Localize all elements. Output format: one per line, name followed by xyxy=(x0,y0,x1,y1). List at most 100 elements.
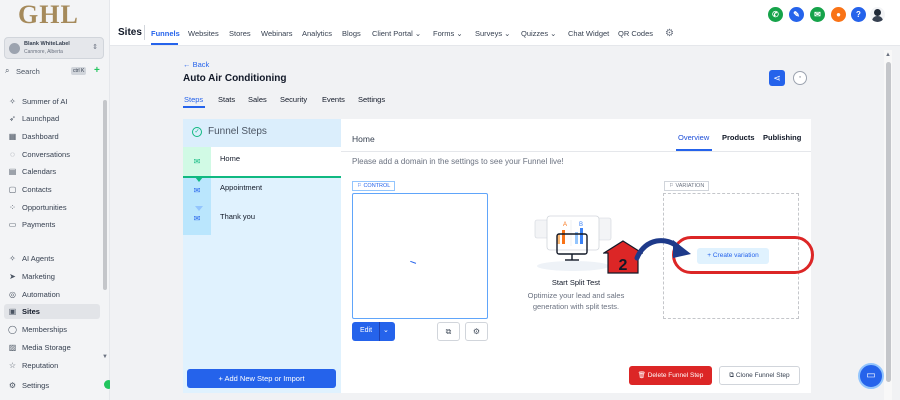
tab-qr-codes[interactable]: QR Codes xyxy=(618,29,653,38)
scroll-up-arrow-icon[interactable]: ▲ xyxy=(885,52,891,58)
share-icon: ⋖ xyxy=(773,73,781,83)
search-shortcut: ctrl K xyxy=(71,67,87,75)
clone-step-button[interactable]: ⧉ Clone Funnel Step xyxy=(719,366,800,385)
sidebar-item-memberships[interactable]: ◯ Memberships xyxy=(4,322,100,337)
brand-logo[interactable]: GHL xyxy=(18,0,79,30)
active-tab-indicator xyxy=(151,43,178,45)
tab-forms[interactable]: Forms ⌄ xyxy=(433,29,463,38)
share-button[interactable]: ⋖ xyxy=(769,70,785,86)
divider xyxy=(379,322,380,341)
delete-step-button[interactable]: 🗑︎ Delete Funnel Step xyxy=(629,366,712,385)
variation-tag: ⚐ VARIATION xyxy=(664,181,710,191)
tab-steps[interactable]: Steps xyxy=(184,95,203,104)
contacts-icon: ▢ xyxy=(8,185,17,194)
annotation-highlight-ring xyxy=(672,236,814,274)
tab-blogs[interactable]: Blogs xyxy=(342,29,361,38)
chevron-updown-icon: ⇕ xyxy=(92,44,98,51)
tab-webinars[interactable]: Webinars xyxy=(261,29,293,38)
active-step-line xyxy=(183,176,341,178)
sidebar-item-automation[interactable]: ◎ Automation xyxy=(4,287,100,302)
funnel-steps-header: ✓ Funnel Steps xyxy=(183,119,341,147)
announcement-icon[interactable]: ✉ xyxy=(810,7,825,22)
sidebar-item-opportunities[interactable]: ⁘ Opportunities xyxy=(4,200,100,215)
quick-add-button[interactable]: + xyxy=(94,66,100,76)
divider xyxy=(341,151,811,152)
tab-stats[interactable]: Stats xyxy=(218,95,235,104)
sidebar-item-label: Calendars xyxy=(22,167,57,176)
automation-icon: ◎ xyxy=(9,290,16,299)
sidebar-item-payments[interactable]: ▭ Payments xyxy=(4,217,100,232)
page-settings-button[interactable]: ⚙ xyxy=(465,322,488,341)
main-scrollbar[interactable] xyxy=(886,62,891,382)
annotation-arrow-icon xyxy=(634,238,691,261)
email-icon: ✉ xyxy=(193,214,201,223)
tab-publishing[interactable]: Publishing xyxy=(763,133,801,142)
step-label[interactable]: Appointment xyxy=(220,183,262,192)
sidebar-item-label: Automation xyxy=(22,290,60,299)
sidebar-item-contacts[interactable]: ▢ Contacts xyxy=(4,182,100,197)
edit-button[interactable]: Edit ⌄ xyxy=(352,322,395,341)
sidebar-item-conversations[interactable]: ◌ Conversations xyxy=(4,147,100,162)
tab-stores[interactable]: Stores xyxy=(229,29,251,38)
section-title: Sites xyxy=(118,27,142,38)
payments-icon: ▭ xyxy=(8,220,17,229)
svg-text:B: B xyxy=(579,222,583,228)
tab-overview[interactable]: Overview xyxy=(678,133,709,142)
notification-bell-icon[interactable]: ● xyxy=(831,7,846,22)
page-title: Auto Air Conditioning xyxy=(183,73,287,84)
svg-text:A: A xyxy=(563,222,567,228)
gear-icon[interactable]: ⚙ xyxy=(665,28,674,39)
help-icon[interactable]: ? xyxy=(851,7,866,22)
calendar-icon: ▤ xyxy=(8,167,17,176)
back-link[interactable]: ← Back xyxy=(183,60,209,69)
sidebar-item-reputation[interactable]: ☆ Reputation xyxy=(4,358,100,373)
dashboard-icon: ▦ xyxy=(8,132,17,141)
sidebar-item-label: Opportunities xyxy=(22,203,67,212)
gear-icon: ⚙ xyxy=(472,327,481,336)
sidebar-item-settings[interactable]: ⚙ Settings xyxy=(4,378,100,393)
control-preview[interactable] xyxy=(352,193,488,319)
sidebar-item-summer-of-ai[interactable]: ✧ Summer of AI xyxy=(4,94,100,109)
tab-quizzes[interactable]: Quizzes ⌄ xyxy=(521,29,556,38)
add-step-button[interactable]: + Add New Step or Import xyxy=(187,369,336,388)
tab-client-portal[interactable]: Client Portal ⌄ xyxy=(372,29,421,38)
tab-settings[interactable]: Settings xyxy=(358,95,385,104)
sidebar-item-calendars[interactable]: ▤ Calendars xyxy=(4,164,100,179)
tab-events[interactable]: Events xyxy=(322,95,345,104)
info-button[interactable]: ◦ xyxy=(793,71,807,85)
tab-sales[interactable]: Sales xyxy=(248,95,267,104)
tab-funnels[interactable]: Funnels xyxy=(151,29,180,38)
megaphone-icon[interactable]: ✎ xyxy=(789,7,804,22)
tab-websites[interactable]: Websites xyxy=(188,29,219,38)
sparkle-icon: ✧ xyxy=(9,97,16,106)
phone-icon[interactable]: ✆ xyxy=(768,7,783,22)
sidebar-item-label: Contacts xyxy=(22,185,52,194)
tab-analytics[interactable]: Analytics xyxy=(302,29,332,38)
sidebar-item-dashboard[interactable]: ▦ Dashboard xyxy=(4,129,100,144)
email-icon: ✉ xyxy=(193,157,201,166)
step-label[interactable]: Thank you xyxy=(220,212,255,221)
sidebar-scrollbar[interactable] xyxy=(103,100,107,290)
copy-icon: ⧉ xyxy=(729,372,734,379)
scroll-down-arrow-icon[interactable]: ▼ xyxy=(102,354,108,360)
sidebar-item-label: Media Storage xyxy=(22,343,71,352)
tab-surveys[interactable]: Surveys ⌄ xyxy=(475,29,510,38)
sidebar-item-ai-agents[interactable]: ✧ AI Agents xyxy=(4,251,100,266)
user-avatar[interactable] xyxy=(870,7,885,22)
rocket-icon: ➶ xyxy=(9,114,16,123)
tab-products[interactable]: Products xyxy=(722,133,755,142)
tab-chat-widget[interactable]: Chat Widget xyxy=(568,29,609,38)
divider xyxy=(144,25,145,40)
sidebar-item-launchpad[interactable]: ➶ Launchpad xyxy=(4,111,100,126)
chevron-down-icon[interactable]: ⌄ xyxy=(383,326,389,334)
account-switcher[interactable]: Blank WhiteLabel Canmore, Alberta ⇕ xyxy=(4,37,104,59)
external-link-icon: ⧉ xyxy=(445,327,452,336)
chat-widget-button[interactable]: ▭ xyxy=(858,363,884,389)
step-label[interactable]: Home xyxy=(220,154,240,163)
sidebar-item-media-storage[interactable]: ▨ Media Storage xyxy=(4,340,100,355)
sidebar-item-sites[interactable]: ▣ Sites xyxy=(4,304,100,319)
tab-security[interactable]: Security xyxy=(280,95,307,104)
search-box[interactable]: ⌕ Search ctrl K xyxy=(5,66,89,78)
sidebar-item-marketing[interactable]: ➤ Marketing xyxy=(4,269,100,284)
open-external-button[interactable]: ⧉ xyxy=(437,322,460,341)
